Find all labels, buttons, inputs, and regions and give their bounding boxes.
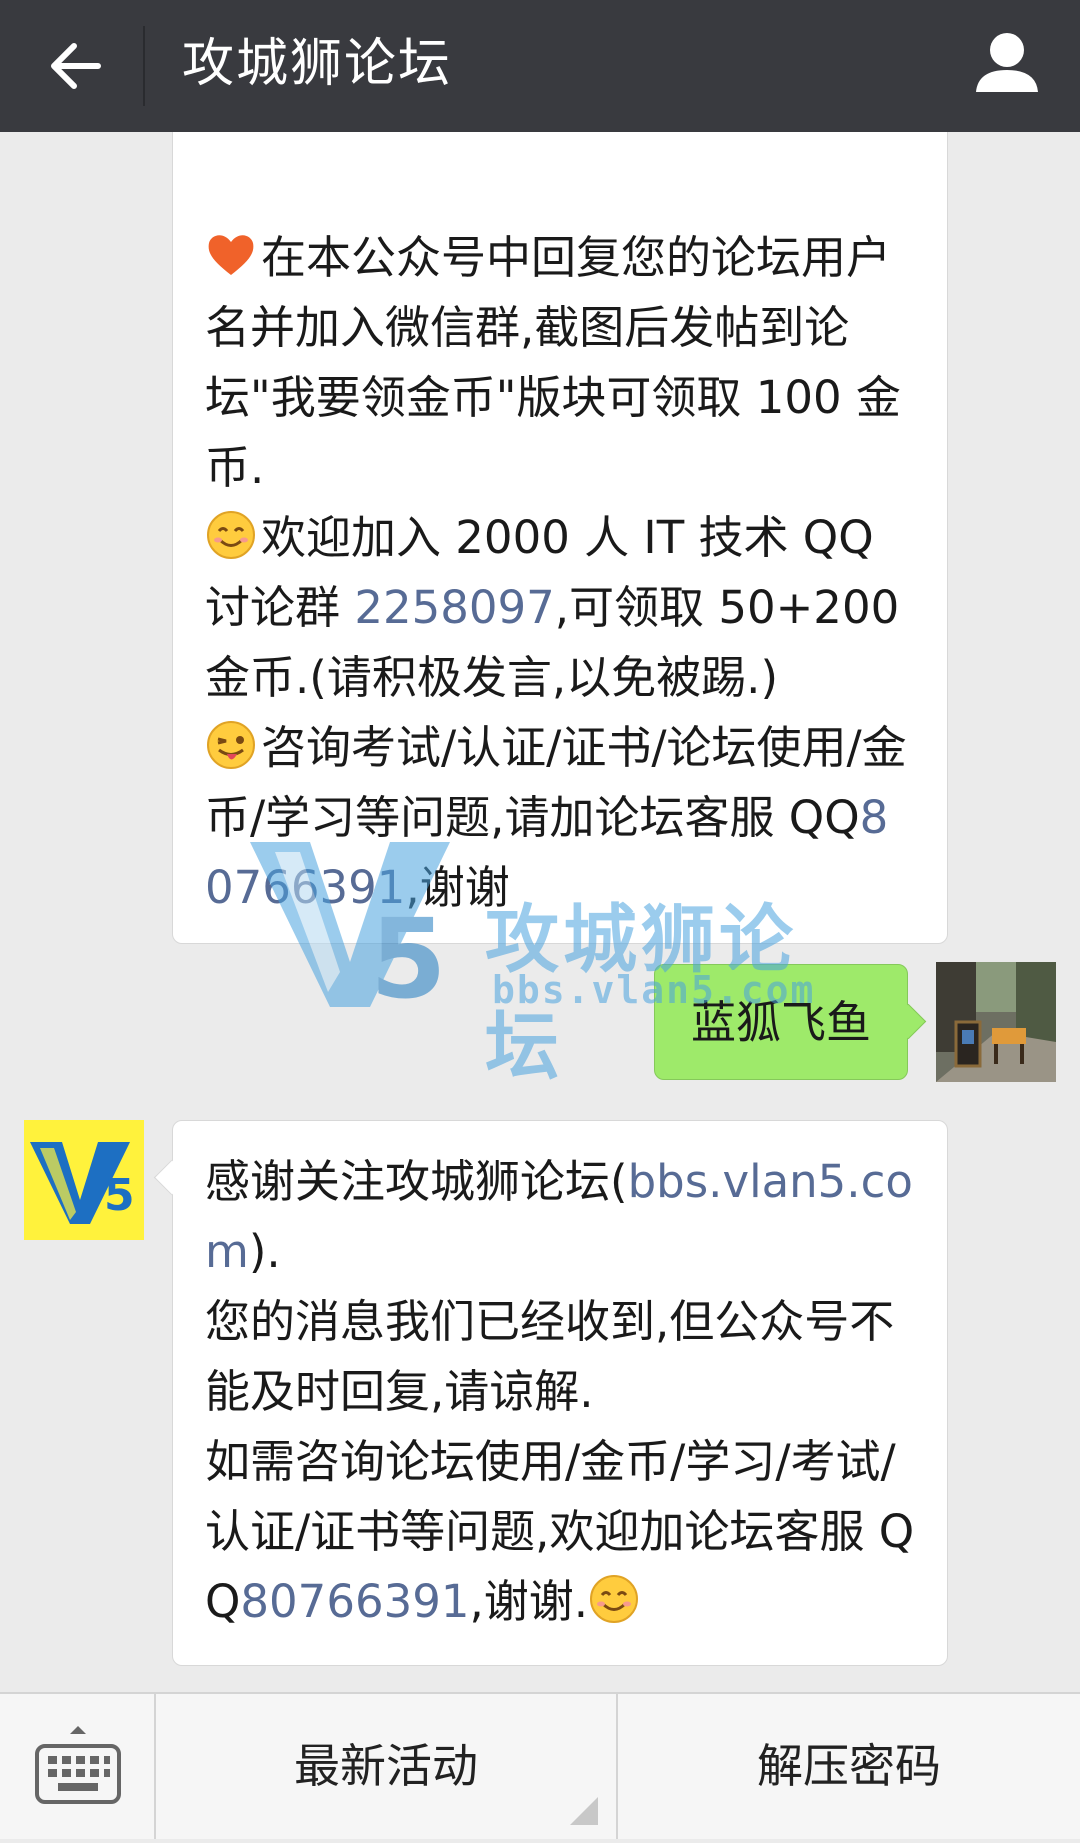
message-bubble-intro: 在本公众号中回复您的论坛用户名并加入微信群,截图后发帖到论坛"我要领金币"版块可… bbox=[172, 132, 948, 944]
submenu-indicator-icon bbox=[570, 1797, 598, 1825]
intro-paragraph-1: 在本公众号中回复您的论坛用户名并加入微信群,截图后发帖到论坛"我要领金币"版块可… bbox=[205, 231, 901, 494]
keyboard-toggle-button[interactable] bbox=[0, 1694, 156, 1839]
street-photo-avatar bbox=[936, 962, 1056, 1082]
heart-emoji bbox=[208, 235, 254, 275]
qq-group-link[interactable]: 2258097 bbox=[354, 581, 554, 634]
smile-emoji bbox=[590, 1575, 639, 1623]
bottom-menu: 最新活动 解压密码 bbox=[0, 1692, 1080, 1839]
page-title: 攻城狮论坛 bbox=[182, 34, 453, 94]
top-bar: 攻城狮论坛 bbox=[0, 0, 1080, 132]
reply-paragraph-1: 感谢关注攻城狮论坛(bbs.vlan5.com). bbox=[205, 1155, 913, 1278]
intro-paragraph-2: 欢迎加入 2000 人 IT 技术 QQ 讨论群 2258097,可领取 50+… bbox=[205, 511, 900, 704]
header-divider bbox=[143, 26, 145, 106]
keyboard-icon bbox=[35, 1726, 121, 1804]
chat-area: 在本公众号中回复您的论坛用户名并加入微信群,截图后发帖到论坛"我要领金币"版块可… bbox=[0, 132, 1080, 1692]
outgoing-text: 蓝狐飞鱼 bbox=[690, 996, 871, 1049]
reply-paragraph-3: 如需咨询论坛使用/金币/学习/考试/认证/证书等问题,欢迎加论坛客服 QQ807… bbox=[205, 1435, 915, 1628]
svg-text:5: 5 bbox=[104, 1170, 135, 1221]
user-avatar[interactable] bbox=[936, 962, 1056, 1082]
v5-logo-icon: 5 bbox=[24, 1120, 144, 1240]
message-bubble-outgoing[interactable]: 蓝狐飞鱼 bbox=[653, 964, 908, 1080]
smile-emoji bbox=[207, 511, 255, 559]
qq-service-link[interactable]: 80766391 bbox=[240, 1575, 469, 1628]
back-button[interactable] bbox=[40, 30, 112, 102]
account-avatar[interactable]: 5 bbox=[24, 1120, 144, 1240]
wink-tongue-emoji bbox=[207, 721, 255, 769]
person-icon bbox=[976, 33, 1038, 92]
menu-latest-activity[interactable]: 最新活动 bbox=[156, 1694, 618, 1839]
intro-paragraph-3: 咨询考试/认证/证书/论坛使用/金币/学习等问题,请加论坛客服 QQ807663… bbox=[205, 721, 907, 914]
arrow-left-icon bbox=[51, 43, 101, 89]
reply-paragraph-2: 您的消息我们已经收到,但公众号不能及时回复,请谅解. bbox=[205, 1295, 895, 1418]
profile-button[interactable] bbox=[972, 26, 1042, 106]
message-bubble-reply: 感谢关注攻城狮论坛(bbs.vlan5.com). 您的消息我们已经收到,但公众… bbox=[172, 1120, 948, 1666]
menu-unzip-password[interactable]: 解压密码 bbox=[618, 1694, 1080, 1839]
